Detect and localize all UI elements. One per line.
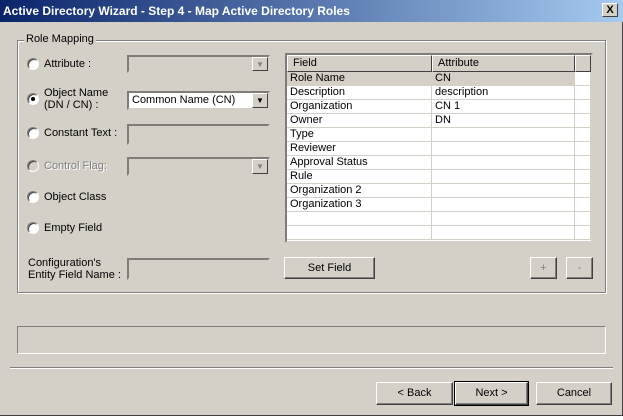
radio-label: Control Flag: (44, 160, 107, 172)
empty-cell (575, 226, 591, 239)
field-cell (287, 226, 432, 239)
radio-icon (27, 191, 39, 203)
empty-cell (575, 212, 591, 225)
back-button[interactable]: < Back (376, 382, 453, 405)
remove-button[interactable]: - (566, 257, 593, 279)
window-title: Active Directory Wizard - Step 4 - Map A… (3, 4, 350, 18)
status-box (17, 326, 606, 354)
attribute-cell (432, 226, 575, 239)
attribute-cell (432, 198, 575, 211)
close-button[interactable]: X (602, 3, 618, 17)
radio-label: Attribute : (44, 58, 92, 70)
attribute-cell (432, 170, 575, 183)
attribute-cell: description (432, 86, 575, 99)
field-cell: Description (287, 86, 432, 99)
table-row[interactable] (287, 212, 591, 226)
table-row[interactable]: Reviewer (287, 142, 591, 156)
field-cell: Approval Status (287, 156, 432, 169)
table-row[interactable]: Description description (287, 86, 591, 100)
radio-constant-text[interactable]: Constant Text : (27, 127, 117, 139)
empty-cell (575, 142, 591, 155)
mapping-table[interactable]: Field Attribute Role Name CN Description de… (285, 53, 593, 243)
field-cell: Role Name (287, 72, 432, 85)
empty-cell (575, 114, 591, 127)
column-header-field[interactable]: Field (287, 55, 432, 72)
field-cell: Type (287, 128, 432, 141)
chevron-down-icon[interactable]: ▼ (252, 93, 268, 108)
separator (10, 367, 613, 369)
empty-cell (575, 170, 591, 183)
column-header-attribute[interactable]: Attribute (432, 55, 575, 72)
table-row[interactable]: Organization 3 (287, 198, 591, 212)
radio-icon (27, 222, 39, 234)
attribute-combo: ▼ (127, 55, 270, 73)
group-label: Role Mapping (24, 33, 96, 45)
field-cell (287, 212, 432, 225)
field-cell: Organization (287, 100, 432, 113)
attribute-cell (432, 128, 575, 141)
field-cell: Reviewer (287, 142, 432, 155)
add-button[interactable]: + (530, 257, 557, 279)
title-bar: Active Directory Wizard - Step 4 - Map A… (0, 0, 623, 22)
set-field-button[interactable]: Set Field (284, 257, 375, 279)
empty-cell (575, 184, 591, 197)
empty-cell (575, 128, 591, 141)
table-row[interactable]: Organization 2 (287, 184, 591, 198)
table-row[interactable]: Owner DN (287, 114, 591, 128)
field-cell: Organization 3 (287, 198, 432, 211)
radio-empty-field[interactable]: Empty Field (27, 222, 102, 234)
field-cell: Rule (287, 170, 432, 183)
radio-label: Object Name (DN / CN) : (44, 87, 109, 111)
attribute-cell (432, 142, 575, 155)
chevron-down-icon: ▼ (252, 57, 268, 71)
radio-icon (27, 127, 39, 139)
table-header: Field Attribute (287, 55, 591, 72)
empty-cell (575, 198, 591, 211)
empty-cell (575, 156, 591, 169)
combo-value: Common Name (CN) (132, 94, 236, 106)
radio-label: Object Class (44, 191, 107, 203)
empty-cell (575, 86, 591, 99)
table-row[interactable]: Organization CN 1 (287, 100, 591, 114)
next-button[interactable]: Next > (454, 381, 529, 406)
field-cell: Owner (287, 114, 432, 127)
attribute-cell (432, 184, 575, 197)
empty-cell (575, 72, 591, 85)
radio-icon (27, 160, 39, 172)
constant-text-input (127, 124, 270, 145)
radio-label: Empty Field (44, 222, 103, 234)
table-row[interactable]: Rule (287, 170, 591, 184)
chevron-down-icon: ▼ (252, 159, 268, 174)
object-name-combo[interactable]: Common Name (CN) ▼ (127, 91, 270, 110)
field-cell: Organization 2 (287, 184, 432, 197)
empty-cell (575, 100, 591, 113)
entity-field-input (127, 258, 270, 280)
cancel-button[interactable]: Cancel (536, 382, 612, 405)
radio-icon (27, 93, 39, 105)
entity-field-label: Configuration's Entity Field Name : (28, 257, 121, 281)
column-header-empty (575, 55, 591, 72)
attribute-cell (432, 156, 575, 169)
table-row[interactable]: Approval Status (287, 156, 591, 170)
attribute-cell (432, 212, 575, 225)
table-row[interactable]: Type (287, 128, 591, 142)
control-flag-combo: ▼ (127, 157, 270, 176)
attribute-cell: DN (432, 114, 575, 127)
radio-object-class[interactable]: Object Class (27, 191, 106, 203)
wizard-dialog: Active Directory Wizard - Step 4 - Map A… (0, 0, 623, 416)
radio-icon (27, 58, 39, 70)
attribute-cell: CN (432, 72, 575, 85)
radio-object-name[interactable]: Object Name (DN / CN) : (27, 87, 124, 111)
table-row[interactable] (287, 226, 591, 240)
table-row[interactable]: Role Name CN (287, 72, 591, 86)
radio-control-flag: Control Flag: (27, 160, 107, 172)
radio-attribute[interactable]: Attribute : (27, 58, 91, 70)
attribute-cell: CN 1 (432, 100, 575, 113)
radio-label: Constant Text : (44, 127, 118, 139)
